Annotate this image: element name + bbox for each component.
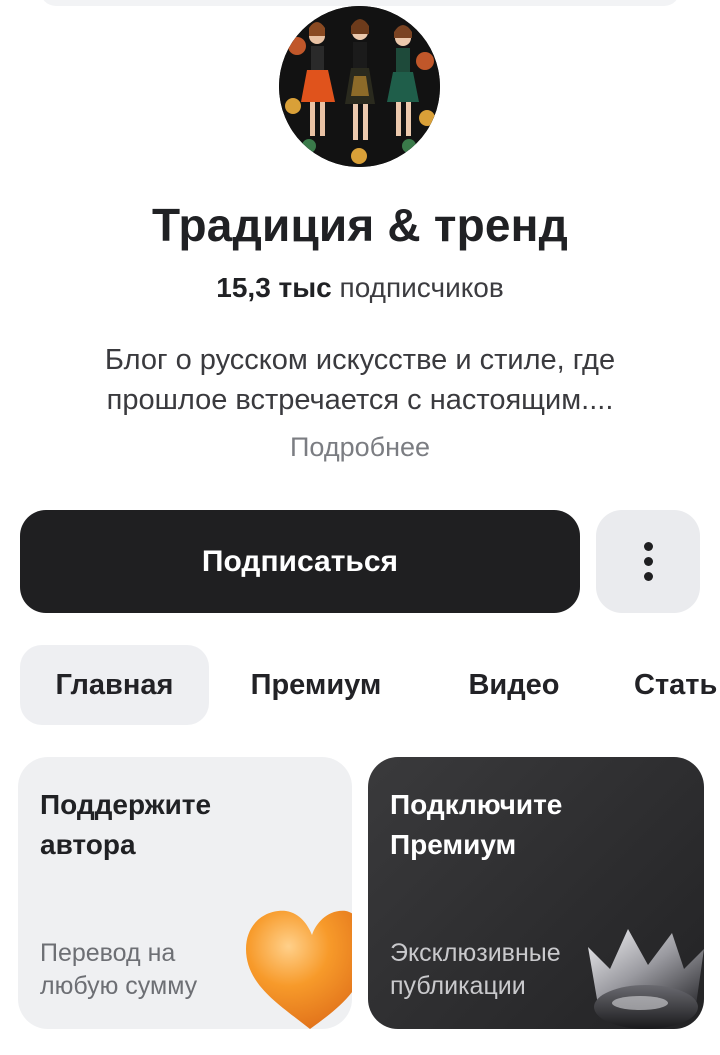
subscriber-number: 15,3 тыс [216, 272, 332, 303]
subscriber-label: подписчиков [339, 272, 504, 303]
crown-icon [588, 929, 704, 1029]
heart-icon [246, 910, 352, 1029]
channel-title: Традиция & тренд [151, 199, 569, 251]
channel-avatar[interactable] [279, 6, 440, 167]
tab-articles[interactable]: Стать [616, 645, 720, 725]
support-card-subtitle: Перевод на любую сумму [40, 939, 198, 1000]
tab-main[interactable]: Главная [20, 645, 209, 725]
premium-card[interactable]: Подключите Премиум Эксклюзивные публикац… [368, 757, 704, 1029]
subscribe-button[interactable]: Подписаться [20, 510, 580, 613]
tab-video[interactable]: Видео [452, 645, 576, 725]
support-author-card[interactable]: Поддержите автора Перевод на любую сумму [18, 757, 352, 1029]
avatar-image [279, 6, 440, 167]
tab-premium[interactable]: Премиум [238, 645, 394, 725]
premium-card-title: Подключите Премиум [390, 789, 563, 860]
channel-description: Блог о русском искусстве и стиле, где пр… [104, 344, 616, 416]
more-options-button[interactable] [596, 510, 700, 613]
support-card-title: Поддержите автора [40, 789, 212, 860]
tab-bar: Главная Премиум Видео Стать [20, 645, 720, 725]
more-vertical-icon [643, 542, 653, 581]
more-link[interactable]: Подробнее [0, 432, 720, 463]
subscriber-count: 15,3 тыс подписчиков [0, 272, 720, 304]
premium-card-subtitle: Эксклюзивные публикации [390, 939, 561, 1000]
